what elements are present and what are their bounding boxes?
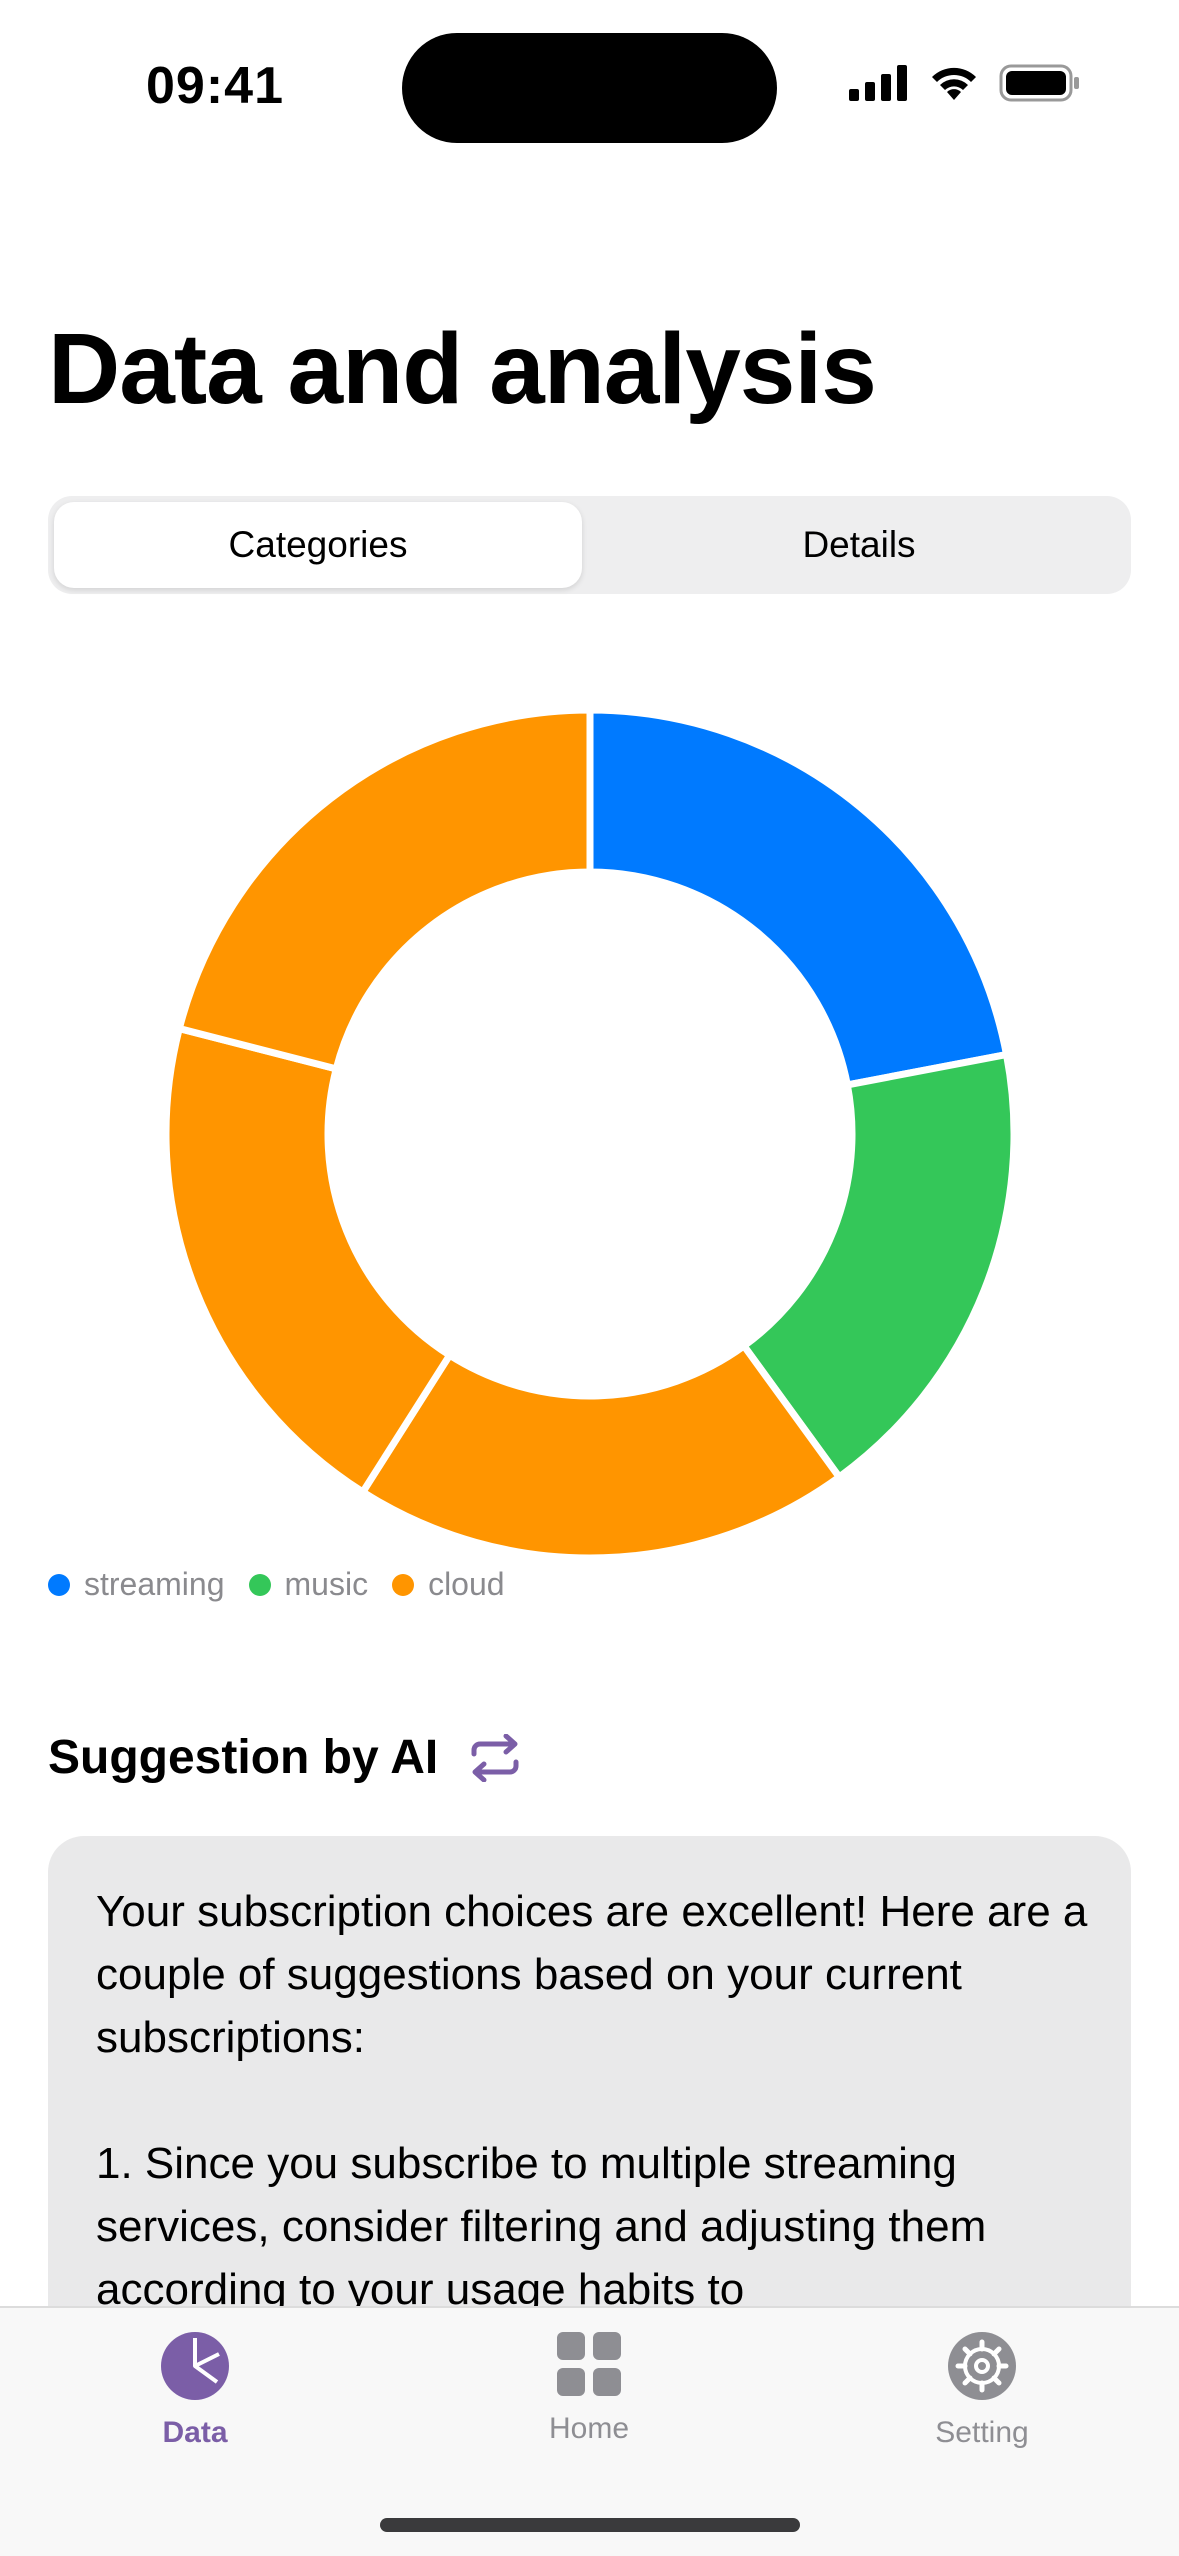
repeat-icon[interactable] (466, 1733, 524, 1782)
donut-slice-cloud-3 (162, 1024, 455, 1497)
ai-suggestion-text: Your subscription choices are excellent!… (96, 1887, 1088, 2314)
home-indicator (380, 2518, 800, 2532)
suggestion-title: Suggestion by AI (48, 1731, 439, 1784)
donut-slice-cloud-4 (175, 706, 594, 1074)
screen: 09:41 Data and analysis Categories Detai… (0, 0, 1179, 2556)
legend-label-streaming: streaming (84, 1566, 225, 1602)
tabbar-label-home: Home (548, 2412, 630, 2445)
tabbar-item-setting[interactable]: Setting (882, 2330, 1082, 2450)
tabbar-item-data[interactable]: Data (95, 2330, 295, 2450)
legend-item-cloud: cloud (392, 1566, 505, 1603)
tabbar-label-setting: Setting (935, 2416, 1029, 2449)
donut-chart (162, 706, 1018, 1562)
tabbar-label-data: Data (162, 2416, 228, 2449)
legend-label-music: music (284, 1566, 369, 1602)
chart-legend: streaming music cloud (48, 1566, 505, 1603)
gear-icon (948, 2332, 1016, 2400)
tabbar-item-home[interactable]: Home (489, 2330, 689, 2446)
legend-item-music: music (248, 1566, 369, 1603)
legend-dot-cloud (392, 1573, 415, 1596)
pie-chart-icon (161, 2332, 229, 2400)
legend-dot-music (248, 1573, 271, 1596)
donut-slice-streaming-0 (586, 706, 1011, 1090)
grid-icon (557, 2332, 621, 2396)
legend-label-cloud: cloud (428, 1566, 505, 1602)
legend-item-streaming: streaming (48, 1566, 225, 1603)
legend-dot-streaming (48, 1573, 70, 1596)
suggestion-heading: Suggestion by AI (48, 1730, 524, 1785)
